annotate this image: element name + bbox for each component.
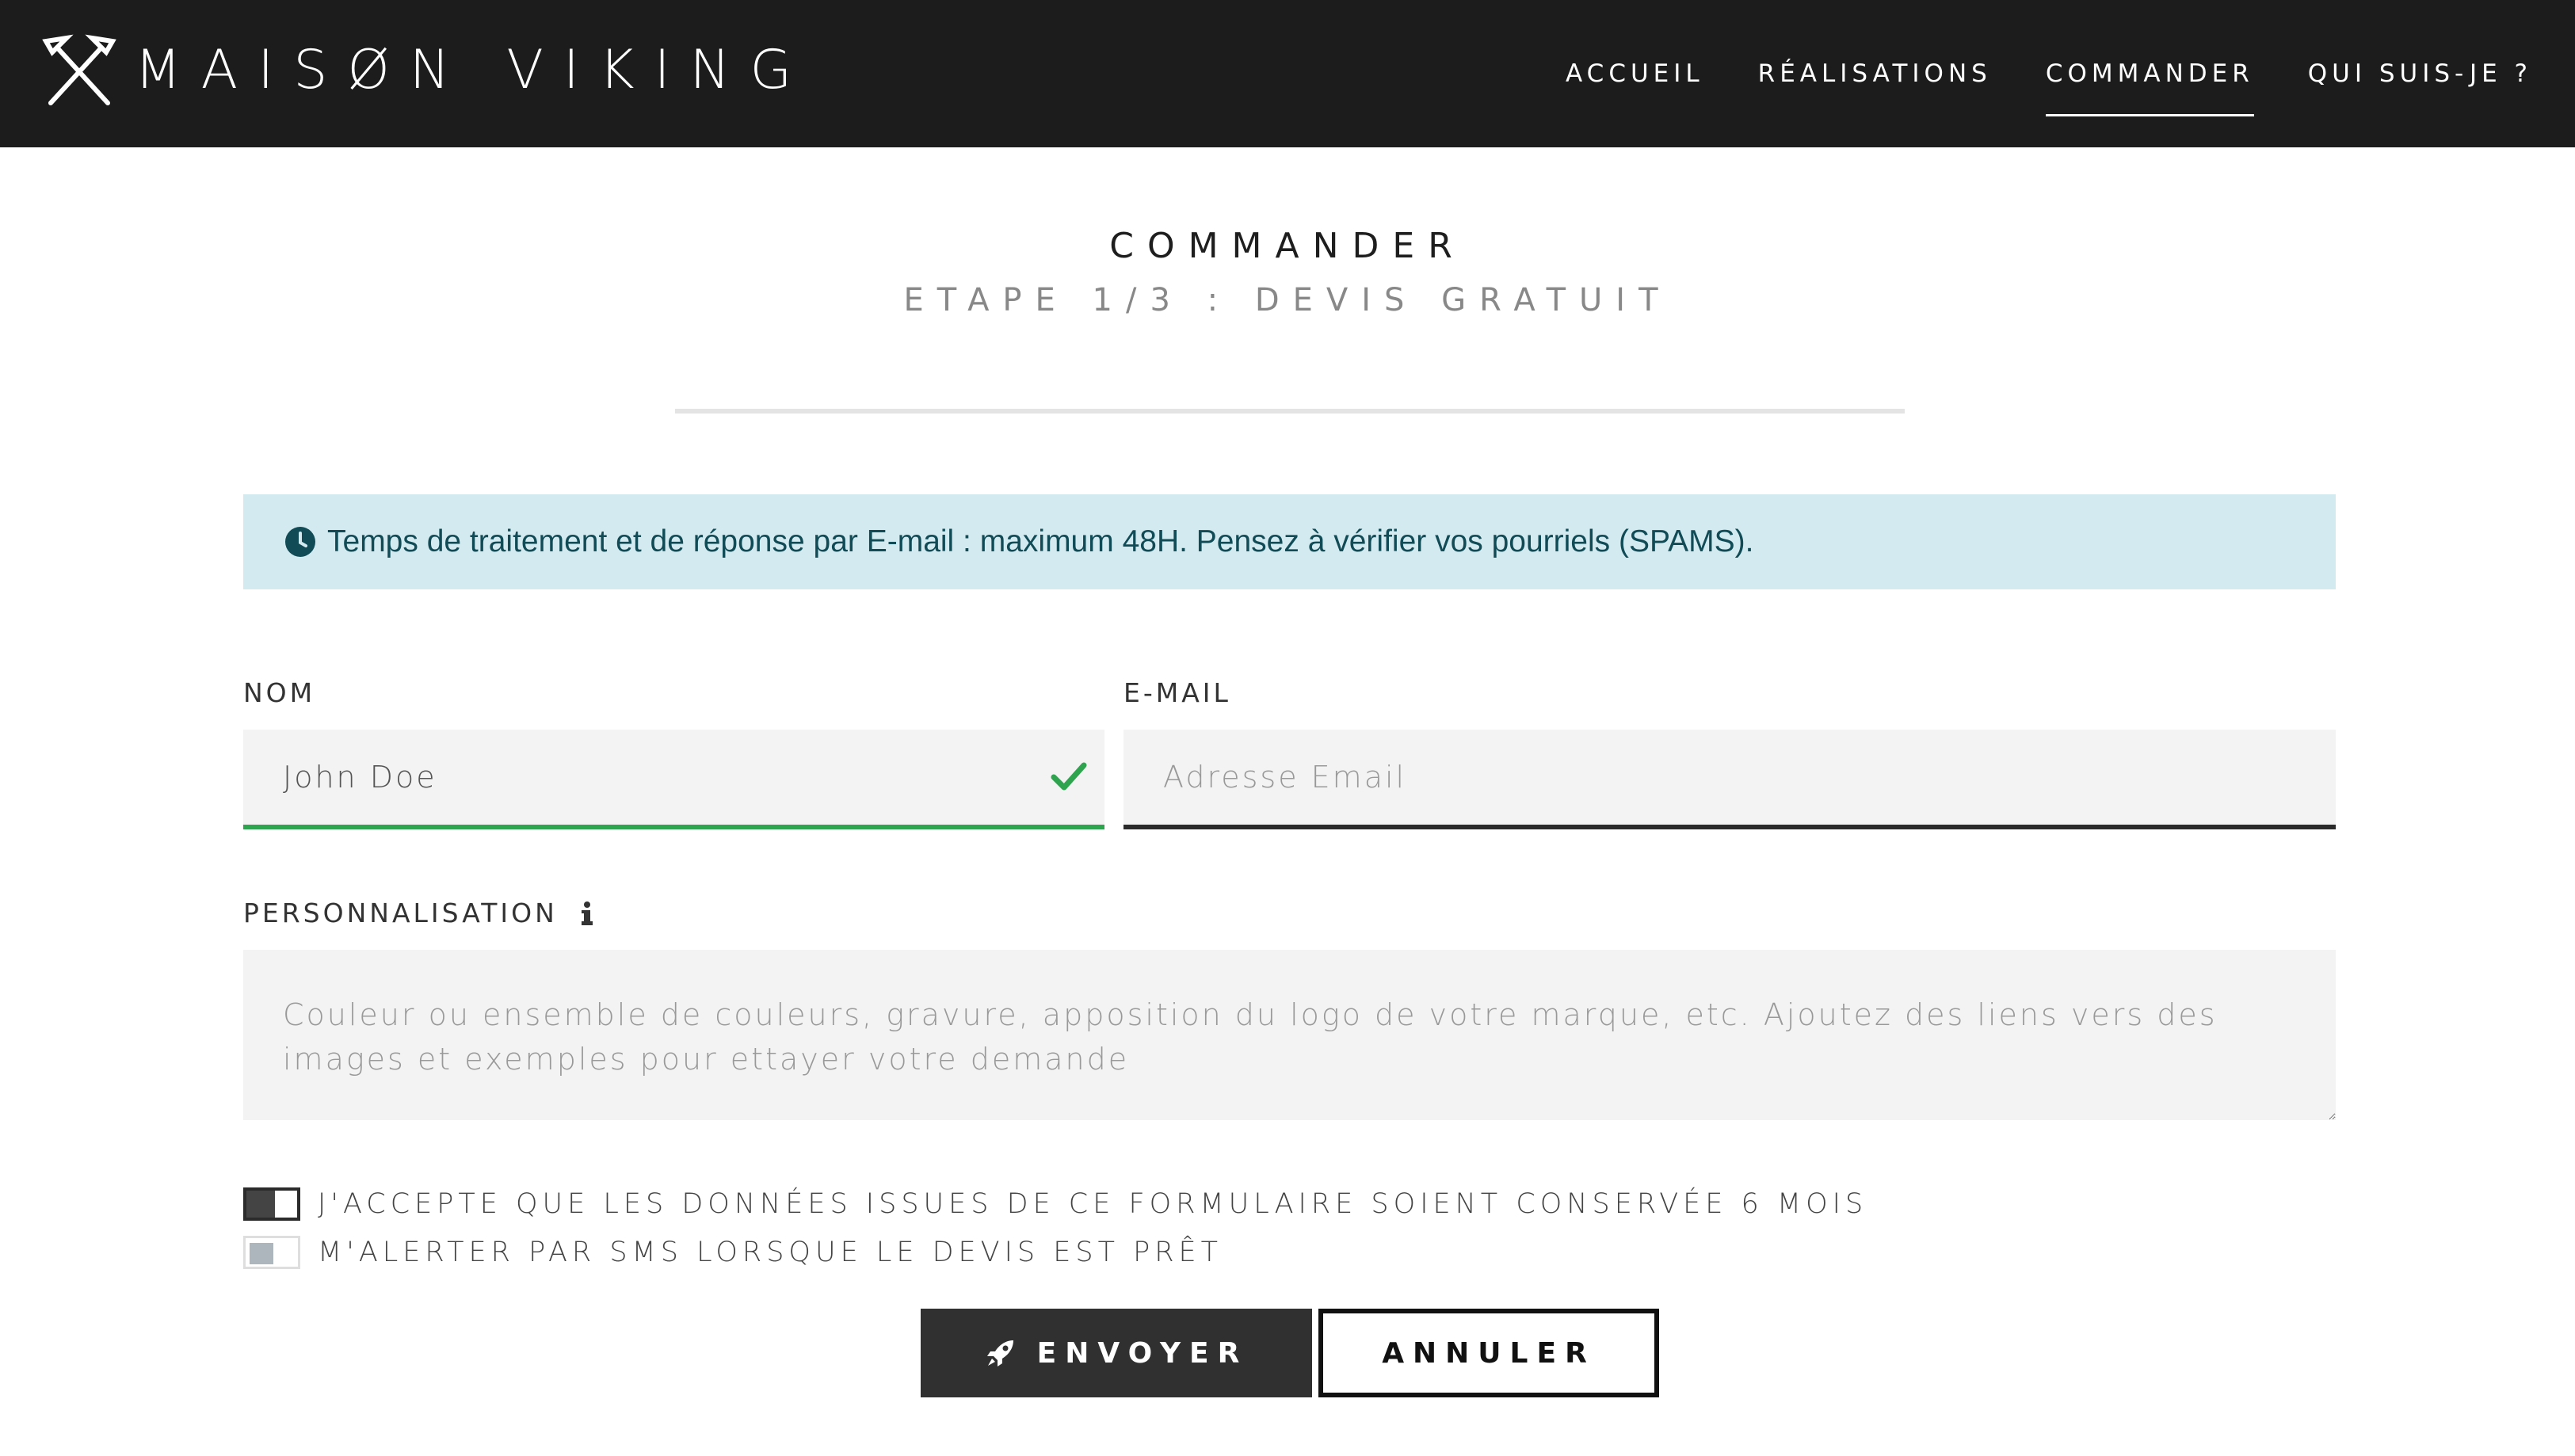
crossed-axes-icon <box>42 34 116 105</box>
send-button[interactable]: ENVOYER <box>921 1309 1312 1397</box>
heading-divider <box>675 409 1905 414</box>
rocket-icon <box>986 1340 1013 1366</box>
toggle-knob <box>250 1243 273 1264</box>
name-label: NOM <box>243 677 316 708</box>
nav-item-commander[interactable]: COMMANDER <box>2019 0 2281 147</box>
consent-toggle[interactable] <box>243 1187 300 1221</box>
nav-item-realisations[interactable]: RÉALISATIONS <box>1731 0 2019 147</box>
personalisation-textarea[interactable] <box>243 950 2336 1120</box>
alert-text: Temps de traitement et de réponse par E-… <box>327 524 1754 558</box>
brand[interactable]: MAISØN VIKING <box>40 30 811 109</box>
main-nav: ACCUEIL RÉALISATIONS COMMANDER QUI SUIS-… <box>1539 0 2559 147</box>
sms-toggle[interactable] <box>243 1236 300 1269</box>
personalisation-label-row: PERSONNALISATION <box>243 898 593 928</box>
check-icon <box>1051 762 1087 791</box>
navbar: MAISØN VIKING ACCUEIL RÉALISATIONS COMMA… <box>0 0 2575 147</box>
personalisation-label: PERSONNALISATION <box>243 898 558 928</box>
sms-toggle-row: M'ALERTER PAR SMS LORSQUE LE DEVIS EST P… <box>243 1236 1223 1269</box>
info-icon[interactable] <box>581 901 593 926</box>
email-label: E-MAIL <box>1123 677 1231 708</box>
nav-item-qui-suis-je[interactable]: QUI SUIS-JE ? <box>2281 0 2559 147</box>
page-subtitle: ETAPE 1/3 : DEVIS GRATUIT <box>903 282 1672 318</box>
nav-item-accueil[interactable]: ACCUEIL <box>1539 0 1731 147</box>
sms-label: M'ALERTER PAR SMS LORSQUE LE DEVIS EST P… <box>318 1237 1223 1268</box>
cancel-label: ANNULER <box>1382 1336 1596 1370</box>
page-title: COMMANDER <box>1109 226 1466 266</box>
toggle-knob <box>246 1191 275 1218</box>
page-heading: COMMANDER ETAPE 1/3 : DEVIS GRATUIT <box>0 226 2575 318</box>
consent-toggle-row: J'ACCEPTE QUE LES DONNÉES ISSUES DE CE F… <box>243 1187 1867 1221</box>
email-field[interactable] <box>1123 730 2336 829</box>
clock-icon <box>285 527 315 557</box>
send-label: ENVOYER <box>1036 1336 1249 1370</box>
consent-label: J'ACCEPTE QUE LES DONNÉES ISSUES DE CE F… <box>318 1188 1868 1220</box>
cancel-button[interactable]: ANNULER <box>1318 1309 1659 1397</box>
brand-name: MAISØN VIKING <box>135 38 812 101</box>
name-field[interactable] <box>243 730 1104 829</box>
info-alert: Temps de traitement et de réponse par E-… <box>243 494 2336 589</box>
